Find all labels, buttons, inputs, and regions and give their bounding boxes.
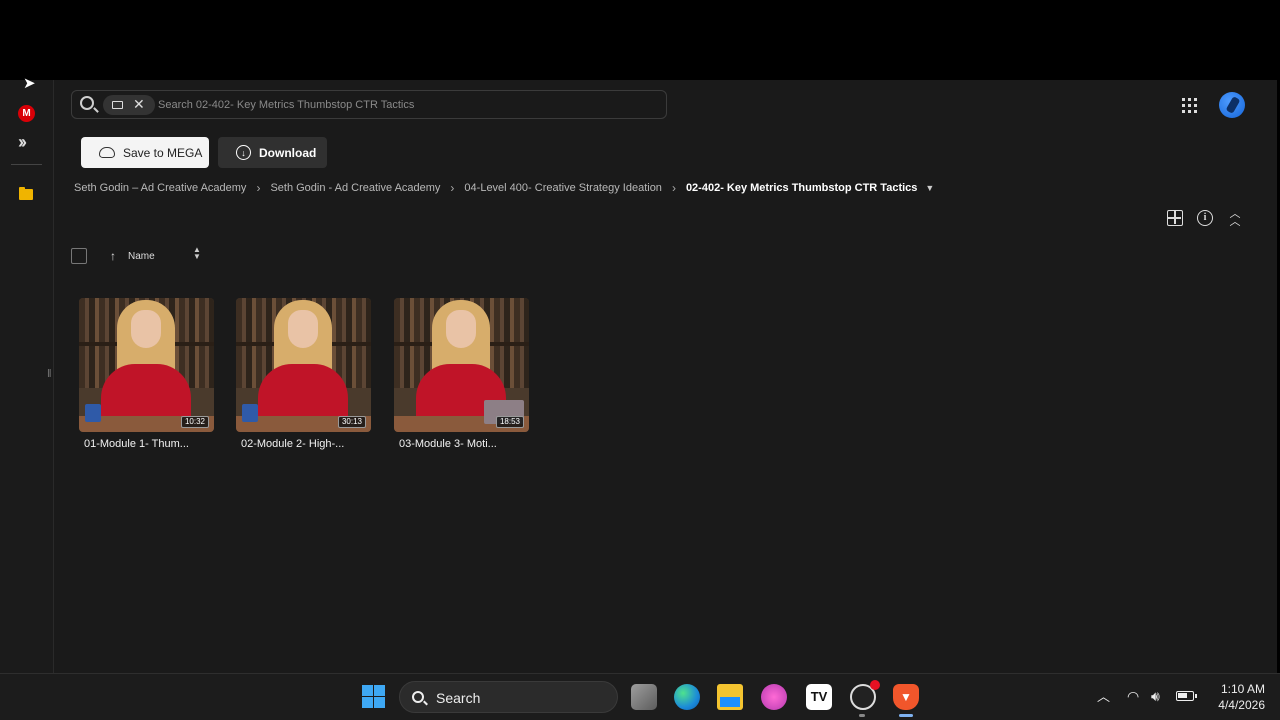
file-explorer-icon[interactable]	[717, 684, 743, 710]
expand-sidebar-icon[interactable]: ››	[18, 132, 27, 153]
mega-logo-icon[interactable]: M	[18, 105, 35, 122]
sort-ascending-icon[interactable]: ↑	[110, 249, 116, 263]
avatar[interactable]	[1219, 92, 1245, 118]
edge-browser-icon[interactable]	[674, 684, 700, 710]
active-app-indicator	[899, 714, 913, 717]
obs-icon[interactable]	[850, 680, 880, 710]
rail-divider	[11, 164, 42, 165]
taskbar-search-label: Search	[436, 690, 481, 706]
file-title[interactable]: 02-Module 2- High-...	[241, 438, 371, 450]
resize-handle-icon[interactable]: ‖	[47, 368, 52, 380]
download-label: Download	[259, 145, 317, 160]
file-title[interactable]: 01-Module 1- Thum...	[84, 438, 214, 450]
mega-app-window: ➤ M ›› ‖ ✕ Save to MEGA ↓ Download Seth …	[0, 75, 1280, 673]
cloud-upload-icon	[99, 147, 115, 158]
search-bar[interactable]: ✕	[71, 90, 667, 119]
save-to-mega-label: Save to MEGA	[123, 145, 203, 160]
tradingview-icon[interactable]: TV	[806, 684, 832, 710]
file-tile[interactable]: 18:53 03-Module 3- Moti...	[394, 298, 529, 450]
save-to-mega-button[interactable]: Save to MEGA	[81, 137, 209, 168]
chevron-down-icon[interactable]: ▼	[925, 183, 934, 193]
breadcrumb-current[interactable]: 02-402- Key Metrics Thumbstop CTR Tactic…	[686, 182, 917, 194]
volume-icon[interactable]: 🔊︎	[1151, 688, 1160, 705]
search-input[interactable]	[158, 95, 658, 115]
system-clock[interactable]: 1:10 AM 4/4/2026	[1205, 681, 1265, 713]
download-button[interactable]: ↓ Download	[218, 137, 327, 168]
duration-badge: 18:53	[495, 416, 524, 428]
collapse-icon[interactable]: ︿ ︿	[1227, 209, 1243, 228]
left-rail: ➤ M ››	[0, 75, 54, 673]
windows-start-icon[interactable]	[362, 685, 385, 708]
sort-label[interactable]: Name	[128, 251, 155, 262]
search-icon	[412, 691, 424, 703]
breadcrumb-item[interactable]: Seth Godin - Ad Creative Academy	[270, 182, 440, 194]
file-tile[interactable]: 10:32 01-Module 1- Thum...	[79, 298, 214, 450]
apps-grid-icon[interactable]	[1182, 98, 1197, 113]
duration-badge: 10:32	[180, 416, 209, 428]
cloud-drive-folder-icon[interactable]	[19, 187, 33, 200]
sort-toggle-icon[interactable]: ▲ ▼	[193, 246, 201, 261]
wifi-icon[interactable]: ◠	[1127, 688, 1139, 705]
clear-filter-icon[interactable]: ✕	[133, 96, 145, 113]
clock-time: 1:10 AM	[1220, 682, 1265, 696]
folder-icon	[112, 101, 123, 109]
chevron-up-icon[interactable]: ︿	[1097, 686, 1110, 705]
video-thumbnail[interactable]: 10:32	[79, 298, 214, 432]
chevron-right-icon: ›	[450, 181, 455, 195]
breadcrumb-item[interactable]: Seth Godin – Ad Creative Academy	[74, 182, 246, 194]
battery-icon[interactable]	[1176, 691, 1197, 701]
chevron-right-icon: ›	[671, 181, 676, 195]
grid-view-icon[interactable]	[1167, 210, 1183, 226]
breadcrumb: Seth Godin – Ad Creative Academy › Seth …	[74, 180, 934, 196]
chevron-right-icon: ›	[256, 181, 261, 195]
brave-browser-icon[interactable]: ▼	[893, 684, 919, 710]
top-black-bar	[0, 0, 1280, 80]
clock-date: 4/4/2026	[1218, 698, 1265, 712]
info-icon[interactable]: i	[1197, 210, 1213, 226]
select-all-checkbox[interactable]	[71, 248, 87, 264]
notification-dot	[870, 680, 880, 690]
running-indicator	[859, 714, 865, 717]
video-thumbnail[interactable]: 18:53	[394, 298, 529, 432]
file-tile[interactable]: 30:13 02-Module 2- High-...	[236, 298, 371, 450]
taskbar: Search TV ▼ ︿ ◠ 🔊︎ 1:10 AM 4/4/2026	[0, 673, 1280, 720]
file-title[interactable]: 03-Module 3- Moti...	[399, 438, 529, 450]
download-icon: ↓	[236, 145, 251, 160]
taskbar-search[interactable]: Search	[399, 681, 618, 713]
duration-badge: 30:13	[337, 416, 366, 428]
video-thumbnail[interactable]: 30:13	[236, 298, 371, 432]
task-view-icon[interactable]	[631, 684, 657, 710]
brain-app-icon[interactable]	[761, 684, 787, 710]
folder-filter-chip[interactable]: ✕	[103, 95, 155, 115]
mouse-cursor-icon: ➤	[23, 75, 36, 92]
breadcrumb-item[interactable]: 04-Level 400- Creative Strategy Ideation	[464, 182, 662, 194]
search-icon	[80, 96, 94, 110]
